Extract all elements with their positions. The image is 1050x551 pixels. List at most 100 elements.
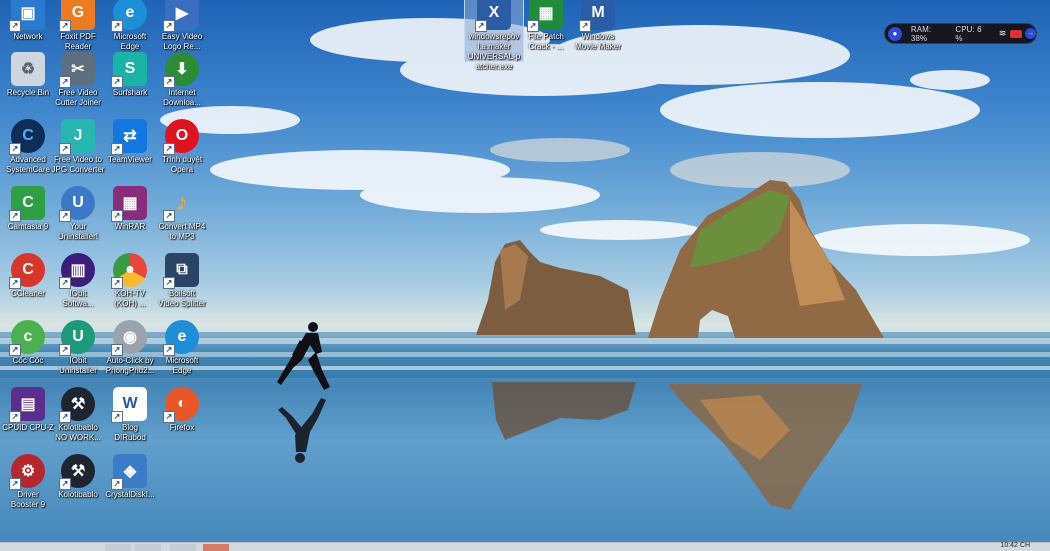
desktop-icon-your-uninstaller[interactable]: U ↗ Your Uninstaller! — [50, 186, 106, 254]
icon-label: Boilsoft Video Splitter — [158, 289, 206, 308]
coccoc-icon: c ↗ — [9, 320, 45, 356]
icon-label: IObit Uninstaller — [59, 356, 97, 375]
desktop-icon-cpuz[interactable]: ▤ ↗ CPUID CPU-Z — [0, 387, 56, 455]
cpuz-icon: ▤ ↗ — [9, 387, 45, 423]
icon-label: Auto-Click by PhongPhu2... — [105, 356, 155, 375]
icon-label: Recycle Bin — [6, 88, 50, 97]
iobit-software-icon: ▥ ↗ — [59, 253, 95, 289]
ram-usage: RAM: 38% — [910, 24, 932, 43]
network-icon: ▣ ↗ — [9, 0, 45, 32]
icon-label: CrystalDiskI... — [105, 490, 155, 499]
desktop-icon-auto-click[interactable]: ◉ ↗ Auto-Click by PhongPhu2... — [102, 320, 158, 388]
icon-label: Firefox — [169, 423, 195, 432]
icon-label: Windows Movie Maker — [575, 32, 621, 51]
desktop-icon-convert-mp4[interactable]: ♪ ↗ Convert MP4 to MP3 — [154, 186, 210, 254]
desktop-icon-file-patch[interactable]: ▦ ↗ File Patch Crack - ... — [518, 0, 574, 64]
icon-label: Cốc Cốc — [12, 356, 44, 365]
surfshark-icon: S ↗ — [111, 52, 147, 88]
desktop-icon-systemcare[interactable]: C ↗ Advanced SystemCare — [0, 119, 56, 187]
desktop-icon-jpg-converter[interactable]: J ↗ Free Video to JPG Converter — [50, 119, 106, 187]
teamviewer-icon: ⇄ ↗ — [111, 119, 147, 155]
icon-label: Microsoft Edge — [165, 356, 199, 375]
video-cutter-icon: ✂ ↗ — [59, 52, 95, 88]
iobit-uninstaller-icon: U ↗ — [59, 320, 95, 356]
icon-label: Free Video Cutter Joiner — [55, 88, 101, 107]
icon-label: IObit Softwa... — [62, 289, 94, 308]
desktop-icon-edge-2[interactable]: e ↗ Microsoft Edge — [154, 320, 210, 388]
icon-label: Easy Video Logo Re... — [161, 32, 203, 51]
desktop-icon-surfshark[interactable]: S ↗ Surfshark — [102, 52, 158, 120]
icon-label: Advanced SystemCare — [5, 155, 50, 174]
icon-label: Kolotibablo NO WORK... — [55, 423, 101, 442]
video-logo-icon: ▶ ↗ — [163, 0, 199, 32]
opera-icon: O ↗ — [163, 119, 199, 155]
uninstaller-icon: U ↗ — [59, 186, 95, 222]
edge-icon: e ↗ — [163, 320, 199, 356]
desktop-icon-opera[interactable]: O ↗ Trình duyệt Opera — [154, 119, 210, 187]
recycle-bin-icon: ♻ — [11, 52, 45, 86]
ccleaner-icon: C ↗ — [9, 253, 45, 289]
edge-icon: e ↗ — [111, 0, 147, 32]
cpu-usage: CPU: 6 % — [955, 24, 982, 43]
icon-label: Convert MP4 to MP3 — [158, 222, 206, 241]
icon-label: Driver Booster 9 — [10, 490, 46, 509]
icon-label: Your Uninstaller! — [57, 222, 98, 241]
video-splitter-icon: ⧉ ↗ — [163, 253, 199, 289]
desktop-icon-movie-maker[interactable]: M ↗ Windows Movie Maker — [570, 0, 626, 64]
desktop-icon-koh-tv[interactable]: ● ↗ KOH-TV (KOH) ... — [102, 253, 158, 321]
desktop-icon-idm[interactable]: ⬇ ↗ Internet Downloa... — [154, 52, 210, 120]
desktop-icon-driver-booster[interactable]: ⚙ ↗ Driver Booster 9 — [0, 454, 56, 522]
crystaldisk-icon: ◈ ↗ — [111, 454, 147, 490]
chrome-icon: ● ↗ — [111, 253, 147, 289]
camtasia-icon: C ↗ — [9, 186, 45, 222]
icon-label: Kolotibablo — [58, 490, 98, 499]
desktop-icon-recycle-bin[interactable]: ♻ Recycle Bin — [0, 52, 56, 120]
hammer-icon: ⚒ ↗ — [59, 454, 95, 490]
desktop-icon-kolotibablo[interactable]: ⚒ ↗ Kolotibablo — [50, 454, 106, 522]
icon-label: TeamViewer — [108, 155, 152, 164]
desktop-icon-patcher-exe[interactable]: X ↗ windowsrepov l.a.maker UNIVERSAL-p at… — [464, 0, 524, 71]
record-icon[interactable] — [1010, 29, 1023, 38]
desktop-icon-crystaldisk[interactable]: ◈ ↗ CrystalDiskI... — [102, 454, 158, 522]
desktop-icon-coccoc[interactable]: c ↗ Cốc Cốc — [0, 320, 56, 388]
taskbar-clock[interactable]: 10:42 CH — [1000, 542, 1030, 549]
desktop-icon-teamviewer[interactable]: ⇄ ↗ TeamViewer — [102, 119, 158, 187]
music-note-icon: ♪ ↗ — [163, 186, 199, 222]
desktop-icon-ccleaner[interactable]: C ↗ CCleaner — [0, 253, 56, 321]
desktop-icon-iobit-software[interactable]: ▥ ↗ IObit Softwa... — [50, 253, 106, 321]
icon-label: CCleaner — [11, 289, 45, 298]
icon-label: Free Video to JPG Converter — [51, 155, 105, 174]
icon-label: WinRAR — [114, 222, 146, 231]
desktop-icon-winrar[interactable]: ▦ ↗ WinRAR — [102, 186, 158, 254]
icon-label: Network — [13, 32, 43, 41]
icon-label: Foxit PDF Reader — [60, 32, 96, 51]
pdf-reader-icon: G ↗ — [59, 0, 95, 32]
desktop-icon-video-cutter[interactable]: ✂ ↗ Free Video Cutter Joiner — [50, 52, 106, 120]
word-doc-icon: W ↗ — [111, 387, 147, 423]
icon-label: Blog DIRubod — [114, 423, 146, 442]
icon-label: Trình duyệt Opera — [161, 155, 203, 174]
jpg-converter-icon: J ↗ — [59, 119, 95, 155]
icon-label: File Patch Crack - ... — [528, 32, 564, 51]
auto-click-icon: ◉ ↗ — [111, 320, 147, 356]
icon-label: Internet Downloa... — [163, 88, 201, 107]
desktop-icon-firefox[interactable]: ◐ ↗ Firefox — [154, 387, 210, 455]
desktop-icon-kolotibablo-nowork[interactable]: ⚒ ↗ Kolotibablo NO WORK... — [50, 387, 106, 455]
microphone-icon[interactable]: ● — [888, 26, 902, 41]
icon-label: KOH-TV (KOH) ... — [114, 289, 146, 308]
desktop-icon-boilsoft[interactable]: ⧉ ↗ Boilsoft Video Splitter — [154, 253, 210, 321]
wifi-icon: ≋ — [998, 28, 1007, 38]
driver-booster-icon: ⚙ ↗ — [9, 454, 45, 490]
systemcare-icon: C ↗ — [9, 119, 45, 155]
firefox-icon: ◐ ↗ — [163, 387, 199, 423]
desktop-icon-camtasia[interactable]: C ↗ Camtasia 9 — [0, 186, 56, 254]
arrow-right-icon[interactable]: → — [1025, 28, 1036, 39]
icon-label: Microsoft Edge — [113, 32, 147, 51]
desktop-icon-blog-doc[interactable]: W ↗ Blog DIRubod — [102, 387, 158, 455]
system-monitor-widget[interactable]: ● RAM: 38% CPU: 6 % ≋ → — [885, 24, 1036, 43]
icon-label: CPUID CPU-Z — [2, 423, 54, 432]
movie-maker-icon: M ↗ — [579, 0, 615, 32]
icon-label: Surfshark — [112, 88, 148, 97]
desktop-icon-iobit-uninstaller[interactable]: U ↗ IObit Uninstaller — [50, 320, 106, 388]
download-manager-icon: ⬇ ↗ — [163, 52, 199, 88]
